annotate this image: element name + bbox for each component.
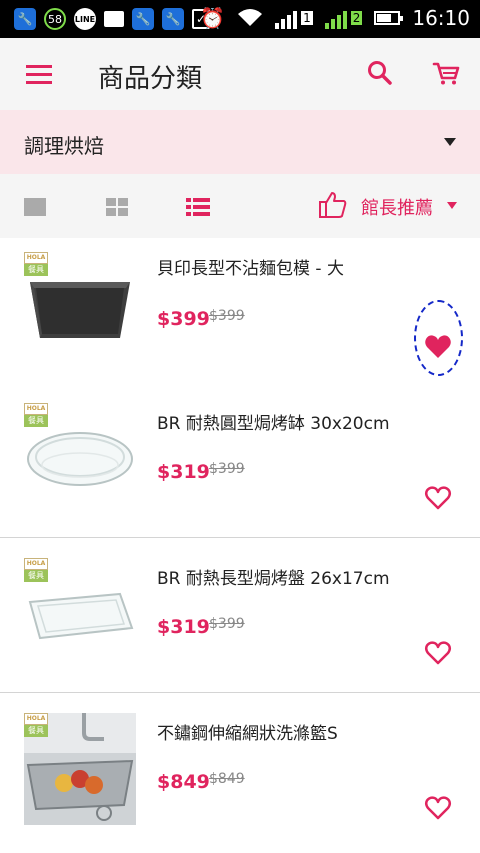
product-original-price: $399 — [209, 461, 245, 477]
signal-badge-1: 1 — [301, 11, 313, 25]
cart-icon[interactable] — [432, 60, 460, 86]
status-bar: 🔧 58 LINE 🔧 🔧 ✓ ⏰ 1 2 16:10 — [0, 0, 480, 38]
product-image-rect-glass-dish: HOLA 餐具 — [24, 558, 136, 670]
wrench-icon: 🔧 — [14, 8, 36, 30]
single-view-icon[interactable] — [24, 198, 46, 216]
product-price: $319 — [157, 616, 210, 638]
product-price: $849 — [157, 771, 210, 793]
brand-badge: HOLA 餐具 — [24, 713, 48, 737]
wrench-icon-2: 🔧 — [132, 8, 154, 30]
product-item[interactable]: HOLA 餐具 貝印長型不沾麵包模 - 大 $399 $399 — [0, 238, 480, 393]
category-label: 調理烘焙 — [24, 134, 104, 158]
signal-badge-2: 2 — [350, 11, 363, 25]
signal-icon-1 — [275, 7, 298, 29]
product-original-price: $399 — [209, 308, 245, 324]
page-title: 商品分類 — [98, 64, 203, 94]
heart-outline-icon[interactable] — [424, 485, 452, 511]
heart-outline-icon[interactable] — [424, 640, 452, 666]
alarm-icon: ⏰ — [200, 6, 226, 30]
menu-icon[interactable] — [26, 65, 52, 85]
app-bar: 商品分類 — [0, 38, 480, 110]
battery-icon — [374, 11, 404, 25]
product-item[interactable]: HOLA 餐具 不鏽鋼伸縮網狀洗滌籃S $849 $849 — [0, 693, 480, 853]
brand-badge: HOLA 餐具 — [24, 252, 48, 276]
image-icon — [104, 11, 124, 27]
product-original-price: $399 — [209, 616, 245, 632]
product-item[interactable]: HOLA 餐具 BR 耐熱長型焗烤盤 26x17cm $319 $399 — [0, 538, 480, 693]
product-image-oval-glass-dish: HOLA 餐具 — [24, 403, 136, 515]
clock: 16:10 — [412, 6, 470, 30]
product-item[interactable]: HOLA 餐具 BR 耐熱圓型焗烤缽 30x20cm $319 $399 — [0, 383, 480, 538]
line-app-icon: LINE — [74, 8, 96, 30]
heart-outline-icon[interactable] — [424, 795, 452, 821]
wifi-icon — [238, 9, 263, 26]
product-price: $319 — [157, 461, 210, 483]
product-image-bread-pan: HOLA 餐具 — [24, 252, 136, 364]
brand-badge: HOLA 餐具 — [24, 403, 48, 427]
wrench-icon-3: 🔧 — [162, 8, 184, 30]
signal-icon-2 — [324, 7, 347, 29]
highlight-ring — [414, 300, 463, 376]
product-image-sink-basket: HOLA 餐具 — [24, 713, 136, 825]
product-name: 貝印長型不沾麵包模 - 大 — [157, 259, 344, 279]
notification-count-badge: 58 — [44, 8, 66, 30]
product-name: 不鏽鋼伸縮網狀洗滌籃S — [157, 724, 338, 744]
brand-badge: HOLA 餐具 — [24, 558, 48, 582]
search-icon[interactable] — [367, 60, 393, 86]
category-dropdown[interactable]: 調理烘焙 — [0, 110, 480, 174]
sort-dropdown[interactable]: 館長推薦 — [361, 194, 433, 220]
product-name: BR 耐熱長型焗烤盤 26x17cm — [157, 569, 390, 589]
product-name: BR 耐熱圓型焗烤缽 30x20cm — [157, 414, 390, 434]
list-view-icon[interactable] — [186, 198, 210, 216]
dropdown-arrow-icon — [444, 138, 456, 146]
sort-arrow-icon — [447, 202, 457, 209]
product-price: $399 — [157, 308, 210, 330]
view-toolbar: 館長推薦 — [0, 174, 480, 238]
thumbs-up-icon[interactable] — [318, 190, 348, 220]
grid-view-icon[interactable] — [106, 198, 128, 216]
product-original-price: $849 — [209, 771, 245, 787]
